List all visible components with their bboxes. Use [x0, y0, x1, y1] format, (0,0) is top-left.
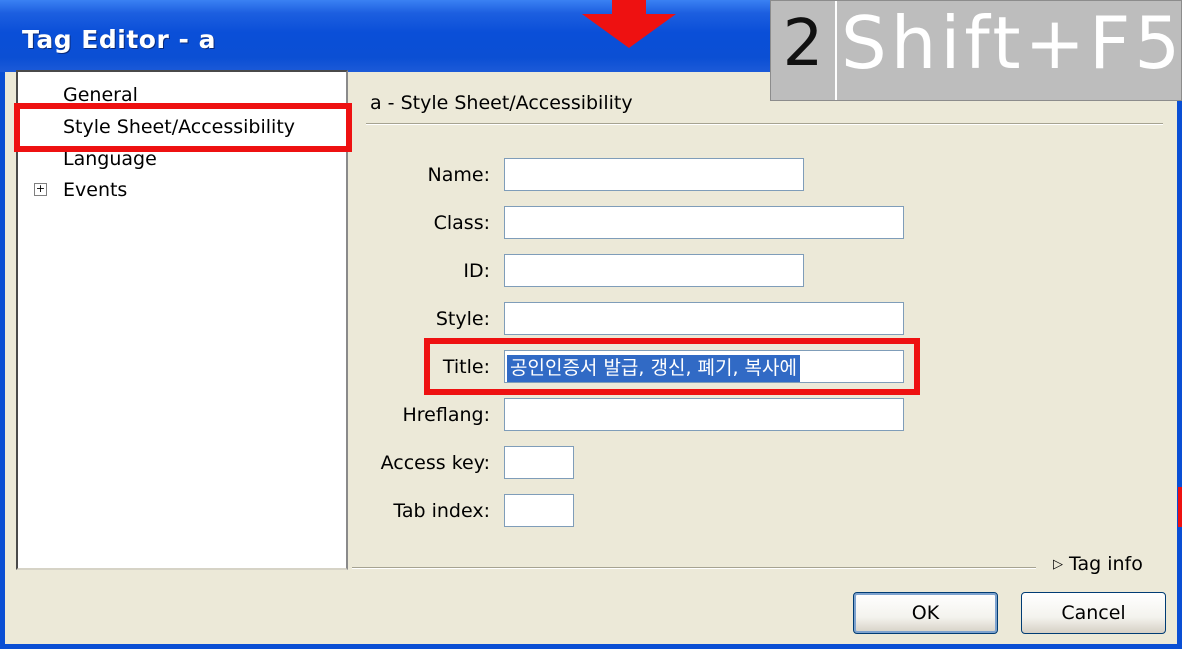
class-label: Class: — [433, 212, 490, 234]
bottom-divider — [352, 567, 1036, 569]
tag-info-label: Tag info — [1069, 553, 1143, 575]
red-edge-mark — [1178, 487, 1182, 527]
shortcut-key-label: Shift+F5 — [841, 1, 1182, 85]
class-input[interactable] — [504, 206, 904, 239]
title-highlight-box — [424, 338, 920, 395]
id-input[interactable] — [504, 254, 804, 287]
tab-index-input[interactable] — [504, 494, 574, 527]
tab-index-label: Tab index: — [393, 500, 490, 522]
window-frame-left — [0, 72, 5, 649]
id-label: ID: — [463, 260, 490, 282]
header-divider — [366, 123, 1163, 125]
tree-highlight-box — [14, 103, 352, 152]
hreflang-input[interactable] — [504, 398, 904, 431]
window-title: Tag Editor - a — [22, 25, 216, 54]
tag-info-toggle[interactable]: ▷ Tag info — [1053, 553, 1143, 575]
name-label: Name: — [427, 164, 490, 186]
red-arrow-annotation — [582, 0, 676, 48]
ok-button[interactable]: OK — [853, 592, 998, 634]
tree-item-events[interactable]: Events — [63, 179, 127, 201]
window-frame-right — [1177, 72, 1182, 649]
access-key-input[interactable] — [504, 446, 574, 479]
hreflang-label: Hreflang: — [402, 404, 491, 426]
style-label: Style: — [435, 308, 490, 330]
style-input[interactable] — [504, 302, 904, 335]
window-frame-bottom — [0, 644, 1182, 649]
access-key-label: Access key: — [380, 452, 490, 474]
name-input[interactable] — [504, 158, 804, 191]
expand-plus-icon[interactable]: + — [34, 183, 47, 196]
section-header: a - Style Sheet/Accessibility — [370, 92, 633, 114]
triangle-right-icon: ▷ — [1053, 557, 1063, 572]
shortcut-overlay: 2 Shift+F5 — [770, 0, 1182, 101]
cancel-button[interactable]: Cancel — [1021, 592, 1166, 634]
step-number: 2 — [771, 1, 837, 100]
